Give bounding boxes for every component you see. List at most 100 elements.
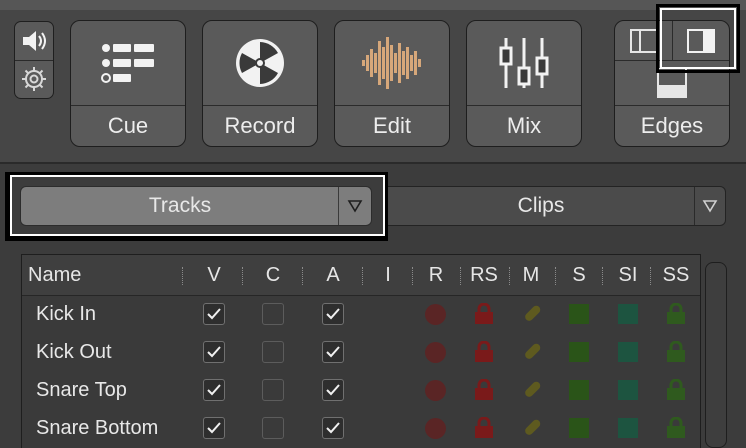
cue-button[interactable]: Cue (70, 20, 186, 147)
video-checkbox[interactable] (203, 379, 225, 401)
solo-safe-lock-icon (667, 303, 685, 324)
color-checkbox[interactable] (262, 303, 284, 325)
solo-isolate-button[interactable] (618, 380, 638, 400)
solo-button[interactable] (569, 342, 589, 362)
color-checkbox[interactable] (262, 379, 284, 401)
track-name[interactable]: Snare Top (36, 371, 127, 409)
edit-button[interactable]: Edit (334, 20, 450, 147)
left-panel-toggle[interactable] (615, 21, 673, 61)
edges-label: Edges (615, 105, 729, 146)
audio-checkbox[interactable] (322, 303, 344, 325)
rec-safe-cell[interactable] (471, 295, 497, 333)
mute-cell[interactable] (518, 371, 546, 409)
column-divider (602, 267, 603, 285)
solo-isolate-button[interactable] (618, 418, 638, 438)
column-header-name[interactable]: Name (22, 255, 178, 295)
waveform-icon (362, 36, 421, 89)
record-arm-button[interactable] (424, 341, 446, 363)
track-name[interactable]: Snare Bottom (36, 409, 158, 447)
edit-label: Edit (335, 105, 449, 146)
solo-cell (566, 371, 592, 409)
tracks-dropdown-arrow[interactable] (338, 187, 371, 225)
mute-cell[interactable] (518, 409, 546, 447)
solo-isolate-cell (615, 333, 641, 371)
solo-button[interactable] (569, 380, 589, 400)
column-header-a[interactable]: A (313, 255, 353, 295)
rec-safe-cell[interactable] (471, 371, 497, 409)
record-arm-cell (422, 295, 448, 333)
cue-label: Cue (71, 105, 185, 146)
speaker-icon (23, 31, 46, 51)
record-arm-cell (422, 333, 448, 371)
solo-safe-cell[interactable] (663, 295, 689, 333)
table-row[interactable]: Snare Bottom (22, 409, 700, 447)
table-row[interactable]: Snare Top (22, 371, 700, 409)
solo-cell (566, 333, 592, 371)
color-checkbox[interactable] (262, 341, 284, 363)
column-divider (412, 267, 413, 285)
gear-icon (22, 67, 46, 91)
right-panel-toggle[interactable] (673, 21, 729, 61)
record-button[interactable]: Record (202, 20, 318, 147)
mute-cell[interactable] (518, 333, 546, 371)
mute-cell[interactable] (518, 295, 546, 333)
track-name[interactable]: Kick Out (36, 333, 112, 371)
column-header-r[interactable]: R (416, 255, 456, 295)
audio-checkbox[interactable] (322, 379, 344, 401)
solo-isolate-button[interactable] (618, 304, 638, 324)
left-panel-icon (629, 28, 658, 53)
column-header-m[interactable]: M (511, 255, 551, 295)
column-divider (509, 267, 510, 285)
column-header-s[interactable]: S (559, 255, 599, 295)
bottom-panel-toggle[interactable] (615, 61, 729, 105)
record-arm-button[interactable] (424, 379, 446, 401)
rec-safe-cell[interactable] (471, 409, 497, 447)
video-checkbox[interactable] (203, 341, 225, 363)
column-divider (460, 267, 461, 285)
clips-dropdown[interactable]: Clips (388, 186, 726, 226)
clips-dropdown-arrow[interactable] (694, 187, 725, 225)
solo-safe-cell[interactable] (663, 333, 689, 371)
solo-isolate-cell (615, 409, 641, 447)
table-scrollbar[interactable] (705, 262, 727, 448)
solo-button[interactable] (569, 304, 589, 324)
mute-icon (525, 381, 541, 397)
rec-safe-cell[interactable] (471, 333, 497, 371)
settings-button[interactable] (15, 60, 53, 98)
speaker-settings-group (14, 21, 54, 99)
column-header-i[interactable]: I (368, 255, 408, 295)
checkmark-icon (326, 346, 340, 358)
tracks-dropdown-label: Tracks (148, 194, 212, 217)
solo-safe-cell[interactable] (663, 371, 689, 409)
column-header-ss[interactable]: SS (655, 255, 697, 295)
audio-checkbox-cell (320, 295, 346, 333)
track-name[interactable]: Kick In (36, 295, 96, 333)
mix-button[interactable]: Mix (466, 20, 582, 147)
table-row[interactable]: Kick In (22, 295, 700, 333)
column-header-c[interactable]: C (253, 255, 293, 295)
video-checkbox[interactable] (203, 417, 225, 439)
column-divider (555, 267, 556, 285)
column-header-si[interactable]: SI (608, 255, 648, 295)
color-checkbox[interactable] (262, 417, 284, 439)
record-arm-button[interactable] (424, 303, 446, 325)
record-arm-button[interactable] (424, 417, 446, 439)
video-checkbox[interactable] (203, 303, 225, 325)
triangle-down-icon (347, 200, 363, 213)
audio-checkbox[interactable] (322, 341, 344, 363)
solo-safe-lock-icon (667, 379, 685, 400)
video-checkbox-cell (201, 409, 227, 447)
column-divider (182, 267, 183, 285)
solo-cell (566, 409, 592, 447)
checkmark-icon (326, 384, 340, 396)
column-header-rs[interactable]: RS (463, 255, 505, 295)
column-header-v[interactable]: V (194, 255, 234, 295)
table-row[interactable]: Kick Out (22, 333, 700, 371)
tracks-dropdown[interactable]: Tracks (20, 186, 372, 226)
mix-label: Mix (467, 105, 581, 146)
audio-checkbox[interactable] (322, 417, 344, 439)
solo-isolate-button[interactable] (618, 342, 638, 362)
speaker-button[interactable] (15, 22, 53, 61)
solo-safe-cell[interactable] (663, 409, 689, 447)
solo-button[interactable] (569, 418, 589, 438)
